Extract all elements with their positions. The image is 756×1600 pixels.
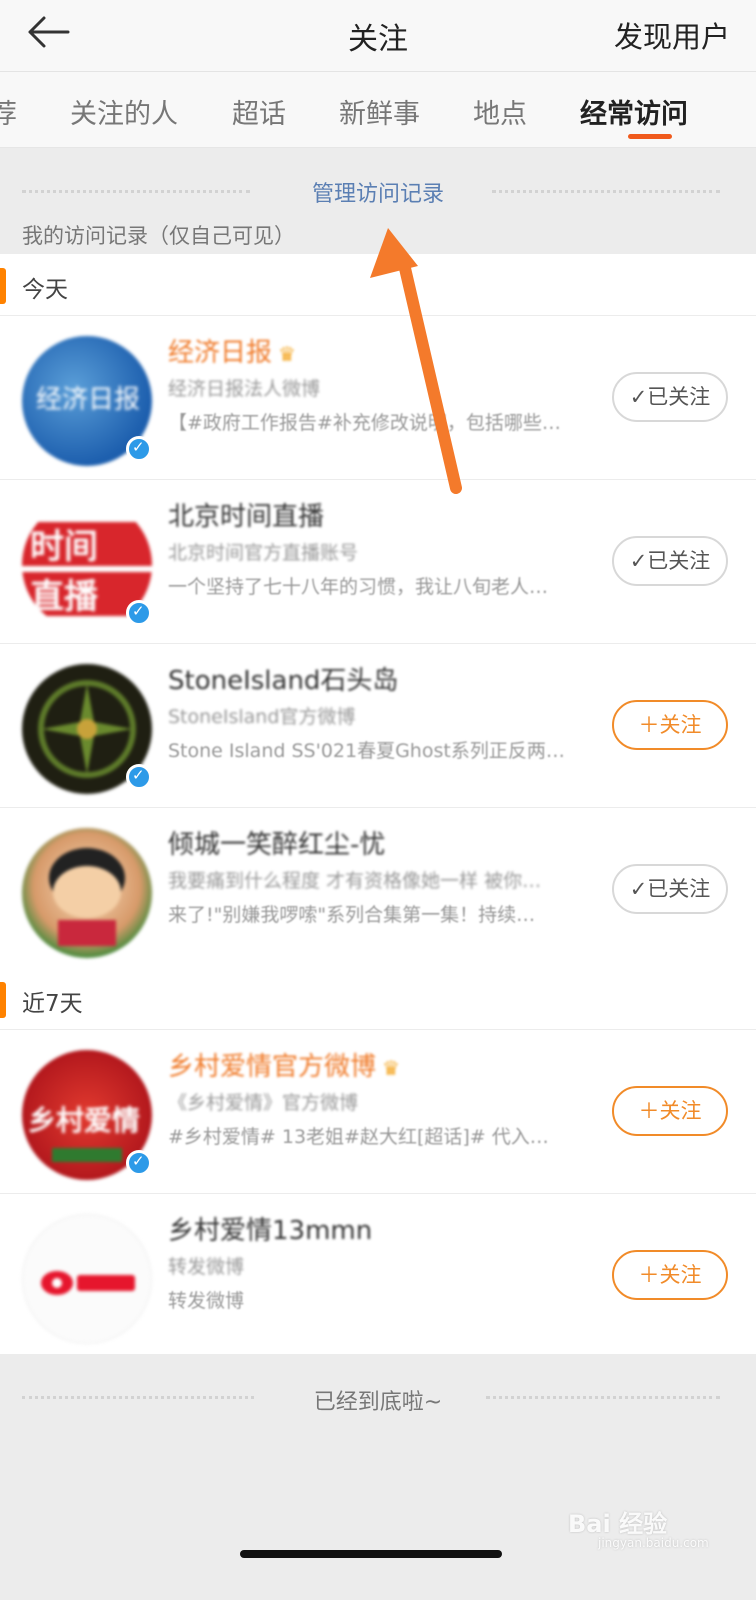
crown-icon: ♛: [278, 342, 296, 366]
user-description: 《乡村爱情》官方微博: [168, 1092, 359, 1114]
verified-badge-icon: [126, 764, 152, 790]
baidu-watermark-url: jingyan.baidu.com: [598, 1536, 709, 1550]
list-item[interactable]: 时间 直播 北京时间直播 北京时间官方直播账号 一个坚持了七十八年的习惯，我让八…: [0, 480, 756, 644]
svg-text:时间: 时间: [30, 527, 98, 567]
user-name: 倾城一笑醉红尘-忧: [168, 830, 386, 860]
list-item[interactable]: 倾城一笑醉红尘-忧 我要痛到什么程度 才有资格像她一样 被你… 来了!"别嫌我啰…: [0, 808, 756, 972]
plus-icon: ＋: [638, 713, 660, 737]
verified-badge-icon: [126, 600, 152, 626]
section-title: 今天: [22, 277, 68, 303]
manage-visit-records-row: 管理访问记录 我的访问记录（仅自己可见）: [0, 148, 756, 258]
verified-badge-icon: [126, 1150, 152, 1176]
followed-button[interactable]: ✓已关注: [612, 372, 728, 422]
latest-post: #乡村爱情# 13老姐#赵大红[超话]# 代入…: [168, 1126, 549, 1148]
check-icon: ✓: [629, 549, 648, 573]
user-description: 北京时间官方直播账号: [168, 542, 359, 564]
tab-recommend[interactable]: 荐: [0, 92, 17, 131]
dotted-divider-right: [486, 1396, 720, 1399]
baidu-watermark: Bai 经验: [568, 1510, 668, 1538]
list-item[interactable]: StoneIsland石头岛 StoneIsland官方微博 Stone Isl…: [0, 644, 756, 808]
follow-button[interactable]: ＋关注: [612, 1250, 728, 1300]
check-icon: ✓: [629, 877, 648, 901]
latest-post: 转发微博: [168, 1290, 245, 1312]
user-name: 乡村爱情13mmn: [168, 1216, 373, 1246]
user-description: 经济日报法人微博: [168, 378, 321, 400]
tab-news[interactable]: 新鲜事: [339, 92, 420, 131]
list-item[interactable]: 乡村爱情 乡村爱情官方微博♛ 《乡村爱情》官方微博 #乡村爱情# 13老姐#赵大…: [0, 1030, 756, 1194]
tab-following[interactable]: 关注的人: [70, 92, 178, 131]
section-header-today: 今天: [0, 254, 756, 316]
user-name: StoneIsland石头岛: [168, 666, 399, 696]
dotted-divider-right: [492, 190, 720, 193]
section-title: 近7天: [22, 991, 83, 1017]
tab-bar: 荐 关注的人 超话 新鲜事 地点 经常访问: [0, 72, 756, 148]
svg-text:经济日报: 经济日报: [36, 385, 140, 415]
section-marker: [0, 982, 6, 1018]
user-description: StoneIsland官方微博: [168, 706, 356, 728]
followed-button[interactable]: ✓已关注: [612, 536, 728, 586]
user-description: 我要痛到什么程度 才有资格像她一样 被你…: [168, 870, 542, 892]
avatar[interactable]: [22, 1214, 152, 1344]
list-footer: 已经到底啦~ Bai 经验 jingyan.baidu.com: [0, 1354, 756, 1600]
latest-post: 一个坚持了七十八年的习惯，我让八旬老人…: [168, 576, 549, 598]
avatar[interactable]: [22, 828, 152, 958]
active-tab-indicator: [628, 134, 672, 139]
user-name: 乡村爱情官方微博 ♛: [168, 1052, 400, 1082]
tab-frequent-visits[interactable]: 经常访问: [580, 92, 688, 131]
top-bar: 关注 发现用户: [0, 0, 756, 72]
section-marker: [0, 268, 6, 304]
latest-post: 来了!"别嫌我啰嗦"系列合集第一集！持续…: [168, 904, 536, 926]
tab-super-topics[interactable]: 超话: [232, 92, 286, 131]
follow-button[interactable]: ＋关注: [612, 700, 728, 750]
list-item[interactable]: 经济日报 经济日报♛ 经济日报法人微博 【#政府工作报告#补充修改说明，包括哪些…: [0, 316, 756, 480]
plus-icon: ＋: [638, 1263, 660, 1287]
plus-icon: ＋: [638, 1099, 660, 1123]
crown-icon: ♛: [382, 1056, 400, 1080]
end-of-list-text: 已经到底啦~: [313, 1390, 443, 1415]
svg-text:直播: 直播: [30, 577, 99, 617]
svg-text:乡村爱情: 乡村爱情: [28, 1104, 140, 1137]
check-icon: ✓: [629, 385, 648, 409]
latest-post: Stone Island SS'021春夏Ghost系列正反两…: [168, 740, 565, 762]
user-name: 经济日报 ♛: [168, 338, 296, 368]
visit-records-note: 我的访问记录（仅自己可见）: [22, 224, 295, 248]
followed-button[interactable]: ✓已关注: [612, 864, 728, 914]
tab-places[interactable]: 地点: [473, 92, 527, 131]
follow-button[interactable]: ＋关注: [612, 1086, 728, 1136]
user-name: 北京时间直播: [168, 502, 325, 532]
user-description: 转发微博: [168, 1256, 245, 1278]
section-header-last-7-days: 近7天: [0, 968, 756, 1030]
home-indicator[interactable]: [240, 1550, 502, 1558]
latest-post: 【#政府工作报告#补充修改说明，包括哪些…: [168, 412, 561, 434]
discover-users-button[interactable]: 发现用户: [614, 14, 730, 56]
list-item[interactable]: 乡村爱情13mmn 转发微博 转发微博 ＋关注: [0, 1194, 756, 1354]
verified-badge-icon: [126, 436, 152, 462]
